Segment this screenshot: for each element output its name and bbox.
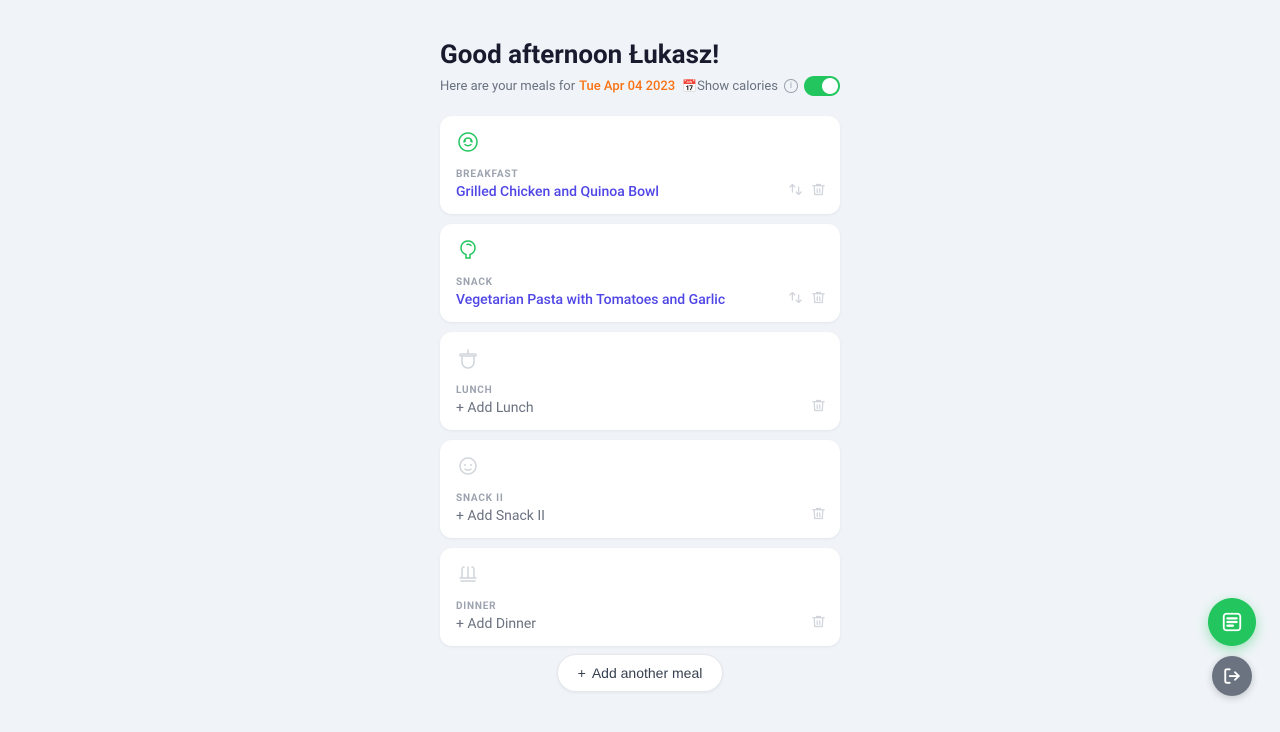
dinner-type-label: DINNER [456, 601, 824, 612]
snack-delete-icon[interactable] [811, 290, 826, 308]
list-icon [1221, 611, 1243, 633]
meal-card-snack: SNACK Vegetarian Pasta with Tomatoes and… [440, 224, 840, 322]
calories-info-icon[interactable]: i [784, 79, 798, 93]
add-meal-plus-icon: + [578, 665, 586, 681]
date-text: Tue Apr 04 2023 [579, 79, 675, 94]
fab-secondary-button[interactable] [1212, 656, 1252, 696]
breakfast-type-label: BREAKFAST [456, 169, 824, 180]
breakfast-meal-name: Grilled Chicken and Quinoa Bowl [456, 184, 824, 200]
breakfast-delete-icon[interactable] [811, 182, 826, 200]
meal-card-dinner: DINNER + Add Dinner [440, 548, 840, 646]
snack-type-label: SNACK [456, 277, 824, 288]
fab-primary-button[interactable] [1208, 598, 1256, 646]
dinner-icon [456, 562, 824, 591]
lunch-actions [811, 398, 826, 416]
page-greeting: Good afternoon Łukasz! [440, 40, 840, 70]
calories-toggle[interactable] [804, 76, 840, 96]
breakfast-icon [456, 130, 824, 159]
calendar-icon: 📅 [682, 79, 697, 93]
snack2-icon [456, 454, 824, 483]
dinner-add-label[interactable]: + Add Dinner [456, 616, 824, 632]
lunch-add-label[interactable]: + Add Lunch [456, 400, 824, 416]
subtitle-text: Here are your meals for [440, 79, 575, 94]
show-calories-label: Show calories [697, 79, 778, 94]
snack-ii-actions [811, 506, 826, 524]
snack-ii-type-label: SNACK II [456, 493, 824, 504]
meal-card-breakfast: BREAKFAST Grilled Chicken and Quinoa Bow… [440, 116, 840, 214]
lunch-type-label: LUNCH [456, 385, 824, 396]
snack-actions [788, 290, 826, 308]
snack-swap-icon[interactable] [788, 290, 803, 308]
breakfast-actions [788, 182, 826, 200]
meals-list: BREAKFAST Grilled Chicken and Quinoa Bow… [440, 116, 840, 646]
lunch-icon [456, 346, 824, 375]
snack-icon [456, 238, 824, 267]
breakfast-swap-icon[interactable] [788, 182, 803, 200]
meal-card-snack-ii: SNACK II + Add Snack II [440, 440, 840, 538]
snack-ii-add-label[interactable]: + Add Snack II [456, 508, 824, 524]
fab-container [1208, 598, 1256, 696]
meal-card-lunch: LUNCH + Add Lunch [440, 332, 840, 430]
add-another-meal-button[interactable]: + Add another meal [557, 654, 724, 692]
dinner-actions [811, 614, 826, 632]
snack-ii-delete-icon[interactable] [811, 506, 826, 524]
dinner-delete-icon[interactable] [811, 614, 826, 632]
snack-meal-name: Vegetarian Pasta with Tomatoes and Garli… [456, 292, 824, 308]
add-meal-label: Add another meal [592, 665, 703, 681]
lunch-delete-icon[interactable] [811, 398, 826, 416]
exit-icon [1223, 667, 1241, 685]
